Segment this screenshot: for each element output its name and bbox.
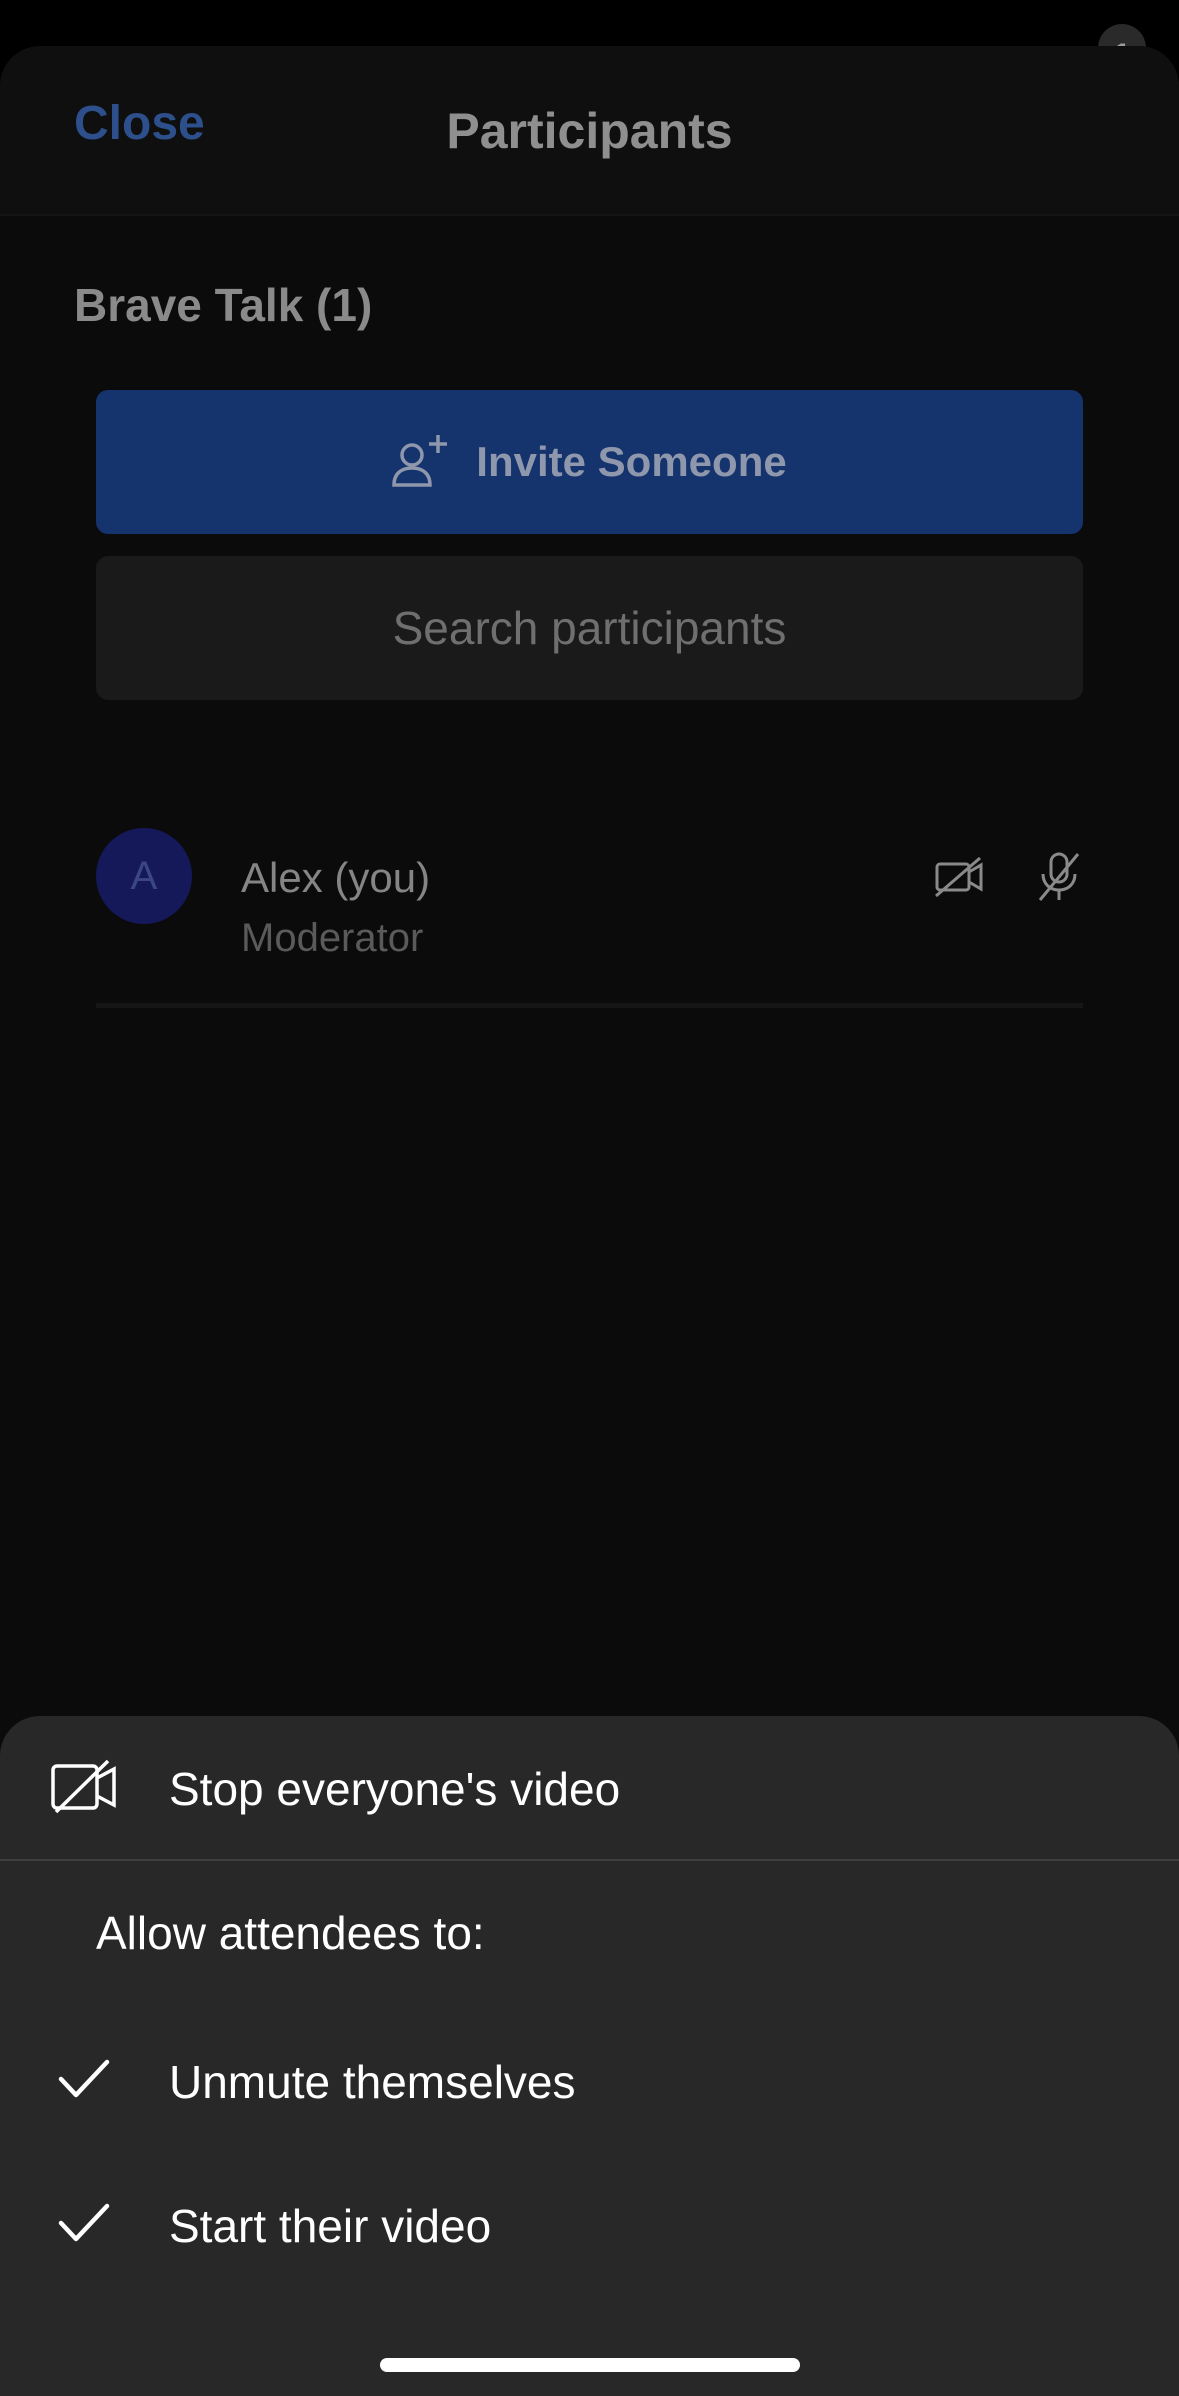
- invite-someone-label: Invite Someone: [476, 438, 787, 485]
- screen: 1 Close Participants Brave Talk (1) Invi…: [0, 0, 1179, 2396]
- camera-off-icon: [935, 856, 983, 898]
- stop-everyones-video-label: Stop everyone's video: [169, 1763, 621, 1815]
- invite-someone-button[interactable]: Invite Someone: [96, 390, 1083, 534]
- allow-attendees-heading: Allow attendees to:: [96, 1907, 485, 1959]
- start-their-video-option[interactable]: Start their video: [0, 2153, 1179, 2293]
- home-indicator: [380, 2358, 800, 2372]
- checkmark-icon: [58, 2203, 110, 2242]
- moderation-action-sheet: Stop everyone's video Allow attendees to…: [0, 1716, 1179, 2396]
- participant-role: Moderator: [241, 916, 424, 960]
- page-title: Participants: [446, 103, 733, 159]
- row-divider: [96, 1003, 1083, 1008]
- unmute-themselves-label: Unmute themselves: [169, 2056, 576, 2108]
- sheet-header: Close Participants: [0, 46, 1179, 216]
- video-off-icon: [51, 1759, 116, 1814]
- checkmark-icon: [58, 2059, 110, 2098]
- avatar: A: [96, 828, 192, 924]
- participant-name: Alex (you): [241, 854, 431, 901]
- sheet-divider: [0, 1859, 1179, 1861]
- search-participants-input[interactable]: [96, 556, 1083, 700]
- meeting-title: Brave Talk (1): [74, 279, 373, 331]
- participant-row[interactable]: A Alex (you) Moderator: [96, 806, 1083, 960]
- microphone-muted-icon: [1038, 852, 1080, 901]
- add-person-icon: [392, 435, 448, 487]
- start-their-video-label: Start their video: [169, 2200, 492, 2252]
- unmute-themselves-option[interactable]: Unmute themselves: [0, 2009, 1179, 2149]
- stop-everyones-video-button[interactable]: Stop everyone's video: [0, 1716, 1179, 1856]
